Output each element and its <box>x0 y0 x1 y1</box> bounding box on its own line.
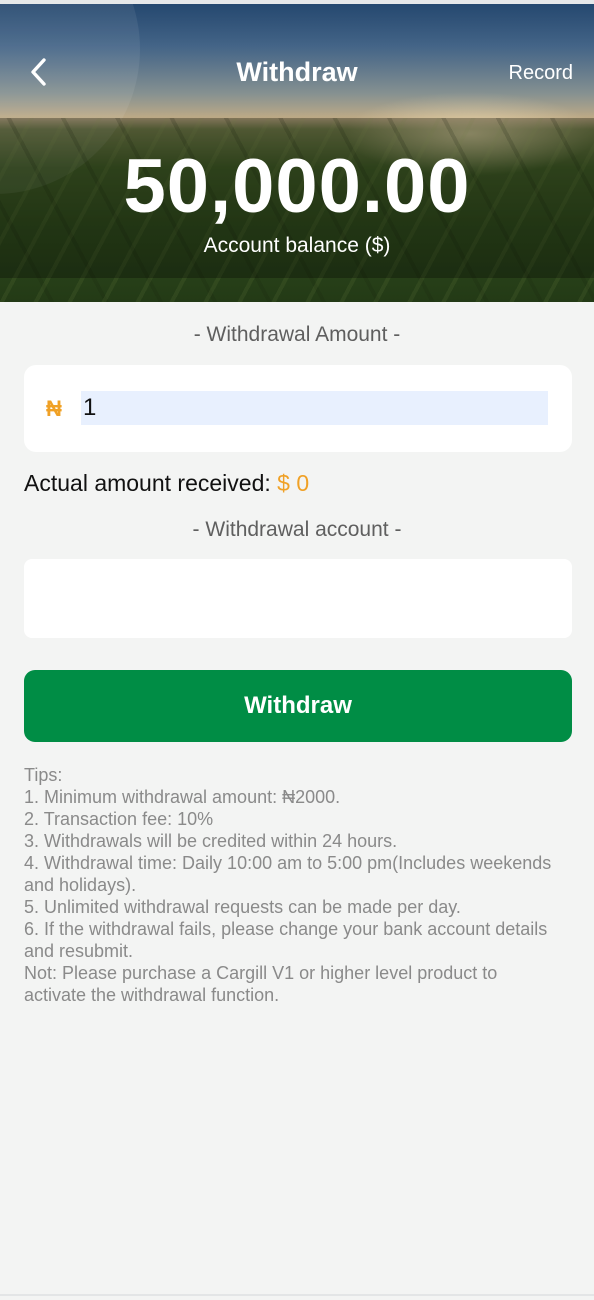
amount-input[interactable] <box>81 391 548 425</box>
tips-line: 1. Minimum withdrawal amount: ₦2000. <box>24 787 341 807</box>
tips-line: 2. Transaction fee: 10% <box>24 809 214 829</box>
actual-amount-row: Actual amount received: $ 0 <box>24 468 309 498</box>
withdraw-button[interactable]: Withdraw <box>24 670 572 742</box>
account-balance-amount: 50,000.00 <box>123 144 471 229</box>
withdrawal-account-selector[interactable] <box>24 559 572 638</box>
amount-card: ₦ <box>24 365 572 452</box>
header-banner: Withdraw Record 50,000.00 Account balanc… <box>0 4 594 302</box>
record-link[interactable]: Record <box>509 60 573 86</box>
bottom-divider <box>0 1294 594 1296</box>
tips-line: 4. Withdrawal time: Daily 10:00 am to 5:… <box>24 853 552 895</box>
naira-currency-icon: ₦ <box>46 396 62 421</box>
actual-amount-value: $ 0 <box>277 470 310 496</box>
tips-line: 5. Unlimited withdrawal requests can be … <box>24 897 461 917</box>
tips-line: Tips: <box>24 765 63 785</box>
withdrawal-account-heading: - Withdrawal account - <box>192 518 402 541</box>
page-title: Withdraw <box>236 57 358 87</box>
tips-line: 3. Withdrawals will be credited within 2… <box>24 831 398 851</box>
tips-section: Tips: 1. Minimum withdrawal amount: ₦200… <box>24 764 564 1006</box>
tips-line: Not: Please purchase a Cargill V1 or hig… <box>24 963 498 1005</box>
account-balance-label: Account balance ($) <box>203 234 391 257</box>
actual-amount-label: Actual amount received: <box>24 470 278 496</box>
withdrawal-amount-heading: - Withdrawal Amount - <box>193 323 401 346</box>
tips-line: 6. If the withdrawal fails, please chang… <box>24 919 548 961</box>
